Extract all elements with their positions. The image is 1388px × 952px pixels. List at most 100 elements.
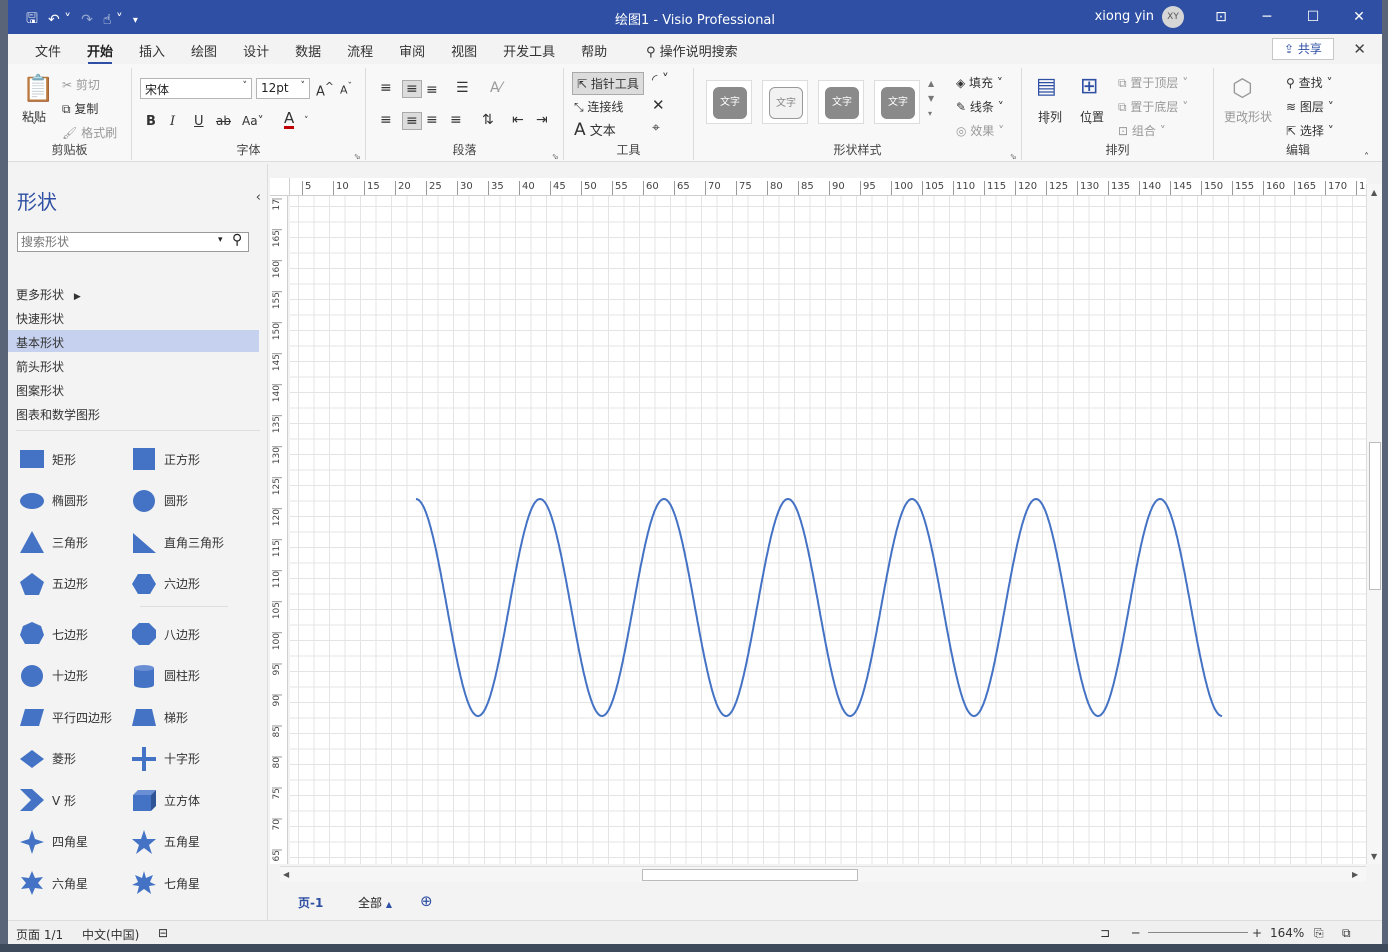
master-shape-18[interactable]: 四角星 [18,829,88,855]
master-shape-6[interactable]: 五边形 [18,571,88,597]
avatar[interactable]: XY [1162,6,1184,28]
horizontal-scrollbar[interactable]: ◀ ▶ [280,866,1366,882]
stencil-item-3[interactable]: 图案形状 [8,378,259,400]
text-tool-button[interactable]: A 文本 [574,120,616,140]
switch-windows-icon[interactable]: ⧉ [1342,926,1351,941]
align-left-icon[interactable]: ≡ [380,112,392,128]
scroll-up-icon[interactable]: ▲ [1371,188,1377,197]
fit-page-icon[interactable]: ⎘ [1314,926,1324,941]
align-middle-icon[interactable]: ≡ [402,80,422,98]
master-shape-10[interactable]: 十边形 [18,663,88,689]
close-icon[interactable]: ✕ [1353,40,1366,58]
master-shape-3[interactable]: 圆形 [130,488,188,514]
master-shape-21[interactable]: 七角星 [130,870,200,896]
close-button[interactable]: ✕ [1336,0,1382,34]
sine-curve-shape[interactable] [290,196,1366,864]
more-shapes-item[interactable]: 更多形状 ▶ [8,282,259,304]
master-shape-13[interactable]: 梯形 [130,704,188,730]
align-center-icon[interactable]: ≡ [402,112,422,130]
layers-button[interactable]: ≋ 图层 ˅ [1286,98,1334,115]
master-shape-15[interactable]: 十字形 [130,746,200,772]
bring-front-button[interactable]: ⧉ 置于顶层 ˅ [1118,74,1188,91]
zoom-in-icon[interactable]: + [1252,926,1262,940]
zoom-out-icon[interactable]: ─ [1132,926,1139,940]
paste-icon[interactable]: 📋 [22,74,54,104]
page-number-status[interactable]: 页面 1/1 [16,926,63,943]
stencil-item-1[interactable]: 基本形状 [8,330,259,352]
style-tile-3[interactable]: 文字 [818,80,864,124]
language-status[interactable]: 中文(中国) [82,926,139,943]
minimize-button[interactable]: ─ [1244,0,1290,34]
justify-icon[interactable]: ≡ [450,112,462,128]
select-button[interactable]: ⇱ 选择 ˅ [1286,122,1334,139]
curve-tool-icon[interactable]: ◜ ˅ [652,72,669,88]
shrink-font-icon[interactable]: Aˇ [340,81,352,97]
close-icon[interactable]: ✕ [652,96,665,114]
vertical-scrollbar[interactable]: ▲ ▼ [1366,184,1382,864]
format-painter-button[interactable]: 🖌 格式刷 [62,124,117,141]
page-tab-1[interactable]: 页-1 [298,894,323,911]
scroll-left-icon[interactable]: ◀ [283,870,289,879]
connector-button[interactable]: ⤡ 连接线 [574,98,623,115]
stencil-item-2[interactable]: 箭头形状 [8,354,259,376]
maximize-button[interactable]: ☐ [1290,0,1336,34]
effects-button[interactable]: ◎ 效果 ˅ [956,122,1004,139]
grow-font-icon[interactable]: A^ [316,80,334,99]
macro-record-icon[interactable]: ⊟ [158,926,168,940]
master-shape-20[interactable]: 六角星 [18,870,88,896]
change-shape-icon[interactable]: ⬡ [1232,74,1253,102]
strikethrough-button[interactable]: ab [216,114,231,128]
tab-7[interactable]: 审阅 [386,41,438,63]
italic-button[interactable]: I [170,114,175,129]
tab-6[interactable]: 流程 [334,41,386,63]
master-shape-12[interactable]: 平行四边形 [18,704,112,730]
align-right-icon[interactable]: ≡ [426,112,438,128]
master-shape-8[interactable]: 七边形 [18,621,88,647]
cut-button[interactable]: ✂ 剪切 [62,76,100,93]
presentation-mode-icon[interactable]: ⊐ [1100,926,1110,940]
master-shape-1[interactable]: 正方形 [130,446,200,472]
stencil-item-0[interactable]: 快速形状 [8,306,259,328]
chevron-down-icon[interactable]: ˅ [1244,122,1249,132]
add-page-icon[interactable]: ⊕ [420,892,433,910]
style-tile-1[interactable]: 文字 [706,80,752,124]
share-button[interactable]: ⇪ 共享 [1272,38,1334,60]
arrange-button[interactable]: 排列 [1038,108,1062,125]
line-button[interactable]: ✎ 线条 ˅ [956,98,1004,115]
arrange-icon[interactable]: ▤ [1036,74,1057,99]
vertical-scroll-thumb[interactable] [1369,442,1381,590]
text-direction-icon[interactable]: ⇅ [482,112,494,128]
ribbon-display-icon[interactable]: ⊡ [1198,0,1244,34]
font-color-button[interactable]: A [284,110,295,129]
master-shape-2[interactable]: 椭圆形 [18,488,88,514]
search-icon[interactable]: ⚲ [232,232,242,248]
font-color-dropdown-icon[interactable]: ˅ [304,116,309,126]
user-name[interactable]: xiong yin [1095,9,1154,24]
drawing-page[interactable] [290,196,1366,864]
zoom-level[interactable]: 164% [1270,926,1304,940]
tab-2[interactable]: 插入 [126,41,178,63]
copy-button[interactable]: ⧉ 复制 [62,100,98,117]
group-button[interactable]: ⊡ 组合 ˅ [1118,122,1166,139]
master-shape-16[interactable]: V 形 [18,787,76,813]
chevron-down-icon[interactable]: ▾ [218,235,223,245]
collapse-pane-icon[interactable]: ‹ [256,190,261,205]
paste-dropdown-icon[interactable]: ˅ [32,122,37,132]
tell-me-search[interactable]: ⚲ 操作说明搜索 [646,41,738,60]
master-shape-4[interactable]: 三角形 [18,529,88,555]
pointer-tool-button[interactable]: ⇱ 指针工具 [572,72,644,95]
fill-button[interactable]: ◈ 填充 ˅ [956,74,1003,91]
position-icon[interactable]: ⊞ [1080,74,1098,99]
zoom-slider[interactable] [1148,932,1248,933]
tab-5[interactable]: 数据 [282,41,334,63]
underline-button[interactable]: U [194,114,204,129]
decrease-indent-icon[interactable]: ⇤ [512,112,524,128]
sine-curve-path[interactable] [415,497,1223,718]
tab-10[interactable]: 帮助 [568,41,620,63]
align-top-icon[interactable]: ≡ [380,80,392,96]
tab-8[interactable]: 视图 [438,41,490,63]
send-back-button[interactable]: ⧉ 置于底层 ˅ [1118,98,1188,115]
style-tile-4[interactable]: 文字 [874,80,920,124]
rotate-text-icon[interactable]: A⁄ [490,80,502,96]
font-size-select[interactable]: 12pt ˅ [256,78,310,99]
